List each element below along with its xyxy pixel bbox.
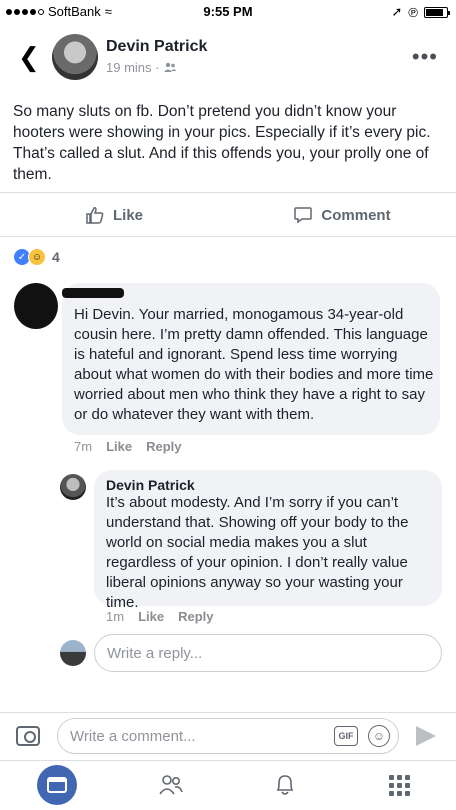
poster-name[interactable]: Devin Patrick (106, 38, 207, 56)
menu-grid-icon (388, 774, 410, 796)
divider (0, 236, 456, 237)
reply-author-name[interactable]: Devin Patrick (106, 477, 195, 493)
comment-composer: Write a comment... GIF ☺ (0, 712, 456, 760)
status-right: ➚ ℗ (391, 4, 450, 20)
redacted-commenter-name (62, 288, 124, 298)
poster-avatar[interactable] (52, 34, 98, 80)
post-timestamp: 19 mins · (106, 60, 160, 75)
reply-input[interactable]: Write a reply... (94, 634, 442, 672)
emoji-icon[interactable]: ☺ (368, 725, 390, 747)
reply-meta: 1m Like Reply (106, 609, 213, 624)
reply-like-button[interactable]: Like (138, 609, 164, 624)
camera-icon[interactable] (16, 726, 40, 746)
news-feed-icon (37, 765, 77, 805)
comment-text: Hi Devin. Your married, monogamous 34-ye… (74, 306, 434, 423)
comment-time: 7m (74, 439, 93, 454)
status-time: 9:55 PM (203, 4, 253, 19)
send-icon[interactable] (416, 726, 436, 746)
post-meta: 19 mins · (106, 60, 177, 75)
bluetooth-icon: ℗ (408, 4, 418, 20)
tab-notifications[interactable] (228, 760, 342, 810)
reply-reply-button[interactable]: Reply (178, 609, 213, 624)
divider (0, 192, 456, 193)
tab-bar (0, 760, 456, 810)
tab-friends[interactable] (114, 760, 228, 810)
gif-icon[interactable]: GIF (334, 726, 358, 746)
back-icon[interactable]: ❮ (18, 42, 40, 73)
more-options-icon[interactable]: ••• (412, 44, 438, 70)
reply-time: 1m (106, 609, 125, 624)
current-user-avatar (60, 640, 86, 666)
status-bar: SoftBank ≈ 9:55 PM ➚ ℗ (0, 0, 456, 22)
comment-reply-button[interactable]: Reply (146, 439, 181, 454)
tab-news-feed[interactable] (0, 760, 114, 810)
comment-like-button[interactable]: Like (106, 439, 132, 454)
like-button[interactable]: Like (0, 200, 228, 230)
tab-menu[interactable] (342, 760, 456, 810)
reply-text: It’s about modesty. And I’m sorry if you… (106, 494, 409, 611)
comment-button[interactable]: Comment (228, 200, 456, 230)
comment-label: Comment (321, 206, 391, 224)
haha-reaction-icon: ☺ (28, 248, 46, 266)
bell-icon (276, 775, 294, 795)
commenter-avatar[interactable] (14, 283, 58, 329)
post-body: So many sluts on fb. Don’t pretend you d… (13, 103, 431, 183)
friends-icon (164, 62, 177, 72)
comment-icon (294, 207, 313, 224)
friend-requests-icon (159, 775, 183, 795)
post-actions: Like Comment (0, 200, 456, 230)
thumbs-up-icon (86, 207, 104, 224)
reaction-summary[interactable]: ✓ ☺ 4 (13, 248, 60, 266)
location-icon: ➚ (391, 4, 403, 19)
reply-author-avatar[interactable] (60, 474, 86, 500)
reaction-count: 4 (52, 249, 60, 265)
comment-meta: 7m Like Reply (74, 439, 181, 454)
battery-icon (424, 6, 450, 18)
like-label: Like (112, 206, 143, 224)
